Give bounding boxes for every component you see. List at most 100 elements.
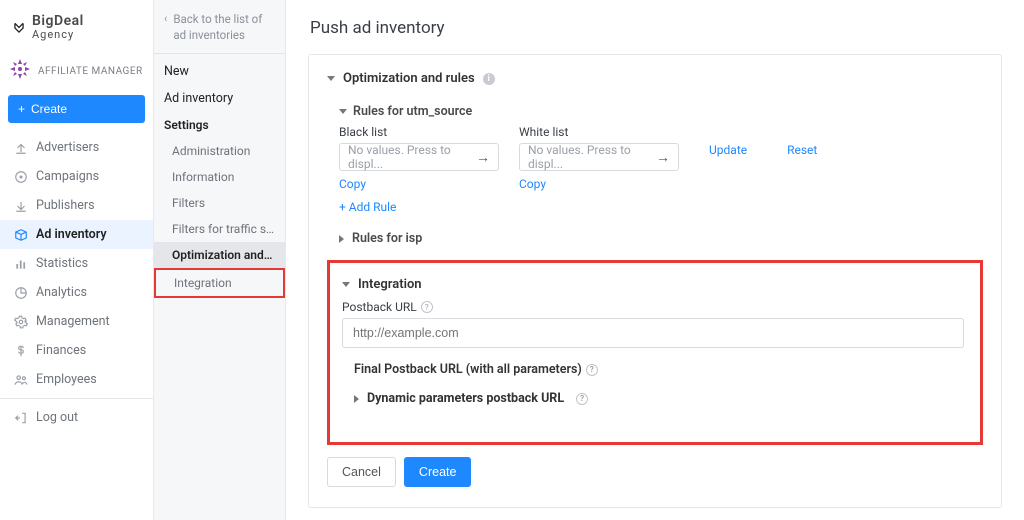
brand: BigDeal Agency bbox=[0, 0, 153, 53]
cancel-button[interactable]: Cancel bbox=[327, 457, 396, 487]
logout-icon bbox=[14, 411, 28, 425]
box-icon bbox=[14, 228, 28, 242]
brand-name: BigDeal bbox=[32, 14, 84, 29]
create-button[interactable]: + Create bbox=[8, 95, 145, 123]
sub-integration[interactable]: Integration bbox=[154, 268, 285, 298]
plus-icon: + bbox=[18, 102, 25, 116]
section-optimization-header[interactable]: Optimization and rules i bbox=[327, 71, 983, 86]
add-rule-link[interactable]: + Add Rule bbox=[339, 200, 396, 214]
info-icon[interactable]: i bbox=[483, 73, 495, 85]
chevron-left-icon: ‹ bbox=[164, 12, 167, 43]
chevron-down-icon bbox=[339, 109, 347, 114]
nav-advertisers[interactable]: Advertisers bbox=[0, 133, 153, 162]
blacklist-select[interactable]: No values. Press to displ... → bbox=[339, 143, 499, 171]
help-icon[interactable]: ? bbox=[576, 393, 588, 405]
dynamic-params-title: Dynamic parameters postback URL bbox=[367, 391, 564, 406]
chevron-right-icon bbox=[354, 395, 359, 403]
form-card: Optimization and rules i Rules for utm_s… bbox=[308, 54, 1002, 508]
sub-filters-traffic[interactable]: Filters for traffic sour... bbox=[154, 216, 285, 242]
help-icon[interactable]: ? bbox=[421, 301, 433, 313]
whitelist-select[interactable]: No values. Press to displ... → bbox=[519, 143, 679, 171]
dynamic-params-header[interactable]: Dynamic parameters postback URL ? bbox=[354, 391, 964, 406]
list-actions: Update Reset bbox=[699, 125, 817, 157]
nav-label: Management bbox=[36, 314, 110, 329]
brand-sub: Agency bbox=[32, 29, 84, 41]
bars-icon bbox=[14, 257, 28, 271]
blacklist-copy-link[interactable]: Copy bbox=[339, 177, 366, 191]
whitelist-label: White list bbox=[519, 125, 679, 139]
nav-label: Advertisers bbox=[36, 140, 99, 155]
back-link[interactable]: ‹ Back to the list of ad inventories bbox=[154, 0, 285, 53]
rules-isp-title: Rules for isp bbox=[352, 231, 422, 246]
nav-label: Finances bbox=[36, 343, 86, 358]
affiliate-icon bbox=[8, 57, 32, 85]
nav-label: Log out bbox=[36, 410, 78, 425]
postback-url-input[interactable] bbox=[342, 318, 964, 348]
form-actions: Cancel Create bbox=[327, 457, 983, 487]
rules-utm-block: Rules for utm_source Black list No value… bbox=[327, 96, 983, 260]
final-postback-label: Final Postback URL (with all parameters)… bbox=[354, 362, 964, 377]
chevron-down-icon bbox=[342, 282, 350, 287]
create-button-label: Create bbox=[31, 102, 67, 116]
nav-label: Statistics bbox=[36, 256, 88, 271]
rules-isp-header[interactable]: Rules for isp bbox=[339, 225, 983, 252]
reset-link[interactable]: Reset bbox=[787, 143, 817, 157]
create-submit-button[interactable]: Create bbox=[404, 457, 472, 487]
chevron-right-icon bbox=[339, 235, 344, 243]
section-integration-header[interactable]: Integration bbox=[342, 277, 964, 292]
nav-employees[interactable]: Employees bbox=[0, 365, 153, 394]
help-icon[interactable]: ? bbox=[586, 364, 598, 376]
nav-management[interactable]: Management bbox=[0, 307, 153, 336]
placeholder-text: No values. Press to displ... bbox=[348, 143, 476, 171]
users-icon bbox=[14, 373, 28, 387]
arrow-right-icon: → bbox=[656, 149, 670, 166]
sub-optimization[interactable]: Optimization and rules bbox=[154, 242, 285, 268]
nav-ad-inventory[interactable]: Ad inventory bbox=[0, 220, 153, 249]
nav-logout[interactable]: Log out bbox=[0, 403, 153, 432]
update-link[interactable]: Update bbox=[709, 143, 747, 157]
section-title: Integration bbox=[358, 277, 422, 292]
role-label: AFFILIATE MANAGER bbox=[38, 66, 143, 77]
brand-logo-icon bbox=[12, 21, 26, 35]
target-icon bbox=[14, 170, 28, 184]
nav-finances[interactable]: Finances bbox=[0, 336, 153, 365]
arrow-right-icon: → bbox=[476, 149, 490, 166]
nav-analytics[interactable]: Analytics bbox=[0, 278, 153, 307]
postback-label: Postback URL ? bbox=[342, 300, 964, 314]
main-content: Push ad inventory Optimization and rules… bbox=[286, 0, 1024, 520]
sub-administration[interactable]: Administration bbox=[154, 138, 285, 164]
gear-icon bbox=[14, 315, 28, 329]
whitelist-copy-link[interactable]: Copy bbox=[519, 177, 546, 191]
nav-campaigns[interactable]: Campaigns bbox=[0, 162, 153, 191]
upload-icon bbox=[14, 141, 28, 155]
placeholder-text: No values. Press to displ... bbox=[528, 143, 656, 171]
secondary-sidebar: ‹ Back to the list of ad inventories New… bbox=[154, 0, 286, 520]
nav-label: Campaigns bbox=[36, 169, 99, 184]
rules-utm-title: Rules for utm_source bbox=[353, 104, 472, 119]
integration-panel: Integration Postback URL ? Final Postbac… bbox=[327, 260, 983, 445]
primary-sidebar: BigDeal Agency AFFILIATE MANAGER + Creat… bbox=[0, 0, 154, 520]
page-title: Push ad inventory bbox=[310, 18, 1002, 38]
sub-new: New bbox=[154, 54, 285, 81]
nav-publishers[interactable]: Publishers bbox=[0, 191, 153, 220]
nav-label: Publishers bbox=[36, 198, 95, 213]
sub-information[interactable]: Information bbox=[154, 164, 285, 190]
pie-icon bbox=[14, 286, 28, 300]
lists-row: Black list No values. Press to displ... … bbox=[339, 125, 983, 192]
sub-filters[interactable]: Filters bbox=[154, 190, 285, 216]
sub-ad-inventory: Ad inventory bbox=[154, 81, 285, 108]
nav-label: Ad inventory bbox=[36, 227, 107, 242]
nav-label: Employees bbox=[36, 372, 97, 387]
sub-settings[interactable]: Settings bbox=[154, 108, 285, 138]
rules-utm-header[interactable]: Rules for utm_source bbox=[339, 104, 983, 119]
download-icon bbox=[14, 199, 28, 213]
chevron-down-icon bbox=[327, 76, 335, 81]
nav-label: Analytics bbox=[36, 285, 87, 300]
section-title: Optimization and rules bbox=[343, 71, 475, 86]
back-text: Back to the list of ad inventories bbox=[173, 12, 275, 43]
whitelist-col: White list No values. Press to displ... … bbox=[519, 125, 679, 192]
dollar-icon bbox=[14, 344, 28, 358]
nav-statistics[interactable]: Statistics bbox=[0, 249, 153, 278]
blacklist-label: Black list bbox=[339, 125, 499, 139]
blacklist-col: Black list No values. Press to displ... … bbox=[339, 125, 499, 192]
